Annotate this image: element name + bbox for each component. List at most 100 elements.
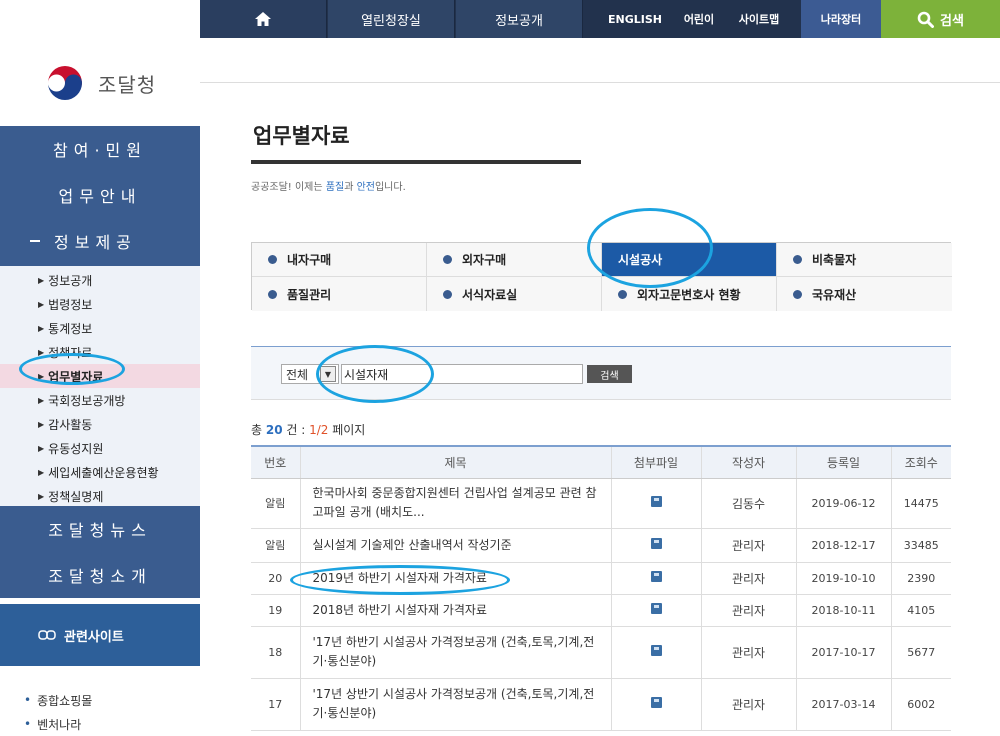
search-scope-select[interactable]: 전체 ▼ [281,364,339,384]
col-header-writer: 작성자 [701,446,797,479]
tab-foreign-counsel[interactable]: 외자고문변호사 현황 [602,277,777,311]
tab-facility-construction[interactable]: 시설공사 [602,243,777,277]
cell-date: 2017-10-17 [796,626,892,679]
search-icon [917,11,935,28]
cell-title-link[interactable]: 2019년 하반기 시설자재 가격자료 [300,562,612,595]
cell-views: 5677 [891,626,951,679]
dropdown-arrow-icon[interactable]: ▼ [320,366,336,382]
slogan-highlight-quality: 품질 [325,182,345,193]
sub-item-business-data[interactable]: ▶ 업무별자료 [0,364,200,388]
sub-item-policy-name[interactable]: ▶ 정책실명제 [0,484,200,508]
nav-business-guide[interactable]: 업무안내 [0,172,200,218]
tab-bullet-icon [268,289,277,299]
sub-item-statistics[interactable]: ▶ 통계정보 [0,316,200,340]
count-text: 건 : [282,423,310,437]
count-total: 20 [265,423,283,437]
narajangteo-link[interactable]: 나라장터 [801,0,881,38]
file-disk-icon[interactable] [650,538,662,549]
page-title: 업무별자료 [253,124,350,148]
sub-item-label: 정보공개 [48,273,93,288]
sub-item-label: 세입세출예산운용현황 [48,465,159,480]
nav-pps-news[interactable]: 조달청뉴스 [0,506,200,552]
sub-item-budget[interactable]: ▶ 세입세출예산운용현황 [0,460,200,484]
slogan-highlight-safety: 안전 [356,182,375,193]
cell-no: 알림 [251,478,301,529]
tab-foreign-purchase[interactable]: 외자구매 [427,243,602,277]
tab-bullet-icon [443,289,452,299]
tab-bullet-icon [443,255,452,264]
file-disk-icon[interactable] [650,697,662,708]
top-link-kids[interactable]: 어린이 [676,0,722,38]
search-keyword-input[interactable] [341,364,583,384]
tab-label: 서식자료실 [462,287,518,302]
cell-writer: 관리자 [701,678,797,731]
home-button[interactable] [200,0,327,38]
top-tab-info-disclosure[interactable]: 정보공개 [456,0,583,38]
file-disk-icon[interactable] [650,603,662,614]
sub-item-law-info[interactable]: ▶ 법령정보 [0,292,200,316]
cell-date: 2017-03-14 [796,678,892,731]
search-scope-value: 전체 [286,367,309,382]
cell-title-link[interactable]: 실시설계 기술제안 산출내역서 작성기준 [300,528,612,563]
triangle-icon: ▶ [38,371,45,381]
nav-pps-intro[interactable]: 조달청소개 [0,552,200,598]
triangle-icon: ▶ [38,323,45,333]
tab-label: 내자구매 [287,253,332,267]
file-disk-icon[interactable] [650,645,662,656]
cell-writer: 관리자 [701,528,797,563]
cell-title-link[interactable]: '17년 하반기 시설공사 가격정보공개 (건축,토목,기계,전기·통신분야) [300,626,612,679]
sub-item-info-disclosure[interactable]: ▶ 정보공개 [0,268,200,292]
slogan-part: 입니다. [374,182,406,193]
col-header-no: 번호 [251,446,301,479]
sub-item-liquidity[interactable]: ▶ 유동성지원 [0,436,200,460]
tab-form-library[interactable]: 서식자료실 [427,277,602,311]
category-tab-grid: 내자구매 외자구매 시설공사 비축물자 품질관리 서식자료실 외자고문변호사 현… [251,242,952,311]
related-sites-button[interactable]: 관련사이트 [0,604,200,666]
top-tab-open-commissioner[interactable]: 열린청장실 [328,0,455,38]
triangle-icon: ▶ [38,347,45,357]
tab-label: 시설공사 [618,253,663,267]
left-sidebar: 조달청 참여·민원 업무안내 정보제공 ▶ 정보공개 ▶ 법령정보 ▶ 통계정보 ▶ 정… [0,38,200,733]
top-link-english[interactable]: ENGLISH [604,0,666,38]
taegeuk-logo-icon [42,60,88,106]
tab-state-property[interactable]: 국유재산 [777,277,952,311]
cell-attachment [611,626,702,679]
top-link-sitemap[interactable]: 사이트맵 [732,0,786,38]
count-text: 페이지 [328,423,366,437]
sub-item-assembly-info[interactable]: ▶ 국회정보공개방 [0,388,200,412]
related-item-venture-nara[interactable]: • 벤처나라 [24,712,92,736]
link-icon [38,630,56,640]
tab-domestic-purchase[interactable]: 내자구매 [252,243,427,277]
nav-info-provision[interactable]: 정보제공 [0,218,200,264]
file-disk-icon[interactable] [650,496,662,507]
slogan-part: 공공조달! 이제는 [251,182,326,193]
sub-item-label: 감사활동 [48,417,93,432]
cell-date: 2018-12-17 [796,528,892,563]
related-sites-label: 관련사이트 [64,629,124,645]
file-disk-icon[interactable] [650,571,662,582]
sub-item-label: 유동성지원 [48,441,104,456]
result-count: 총 20 건 : 1/2 페이지 [251,421,365,438]
cell-title-link[interactable]: 2018년 하반기 시설자재 가격자료 [300,594,612,627]
pps-logo[interactable]: 조달청 [40,58,156,108]
cell-title-link[interactable]: 한국마사회 중문종합지원센터 건립사업 설계공모 관련 참고파일 공개 (배치도… [300,478,612,529]
sub-item-audit[interactable]: ▶ 감사활동 [0,412,200,436]
col-header-date: 등록일 [796,446,892,479]
sub-item-policy-data[interactable]: ▶ 정책자료 [0,340,200,364]
triangle-icon: ▶ [38,443,45,453]
triangle-icon: ▶ [38,395,45,405]
triangle-icon: ▶ [38,491,45,501]
tab-stockpile[interactable]: 비축물자 [777,243,952,277]
sub-item-label: 업무별자료 [48,369,104,384]
cell-title-link[interactable]: '17년 상반기 시설공사 가격정보공개 (건축,토목,기계,전기·통신분야) [300,678,612,731]
slogan-text: 공공조달! 이제는 품질과 안전입니다. [251,178,406,193]
tab-quality-management[interactable]: 품질관리 [252,277,427,311]
table-row: 18 '17년 하반기 시설공사 가격정보공개 (건축,토목,기계,전기·통신분… [251,626,951,679]
nav-participation[interactable]: 참여·민원 [0,126,200,172]
cell-no: 알림 [251,528,301,563]
related-item-shopping-mall[interactable]: • 종합쇼핑몰 [24,688,92,712]
top-left-blank [0,0,200,38]
top-search-button[interactable]: 검색 [881,0,1000,38]
search-submit-button[interactable]: 검색 [587,365,632,383]
cell-views: 14475 [891,478,951,529]
